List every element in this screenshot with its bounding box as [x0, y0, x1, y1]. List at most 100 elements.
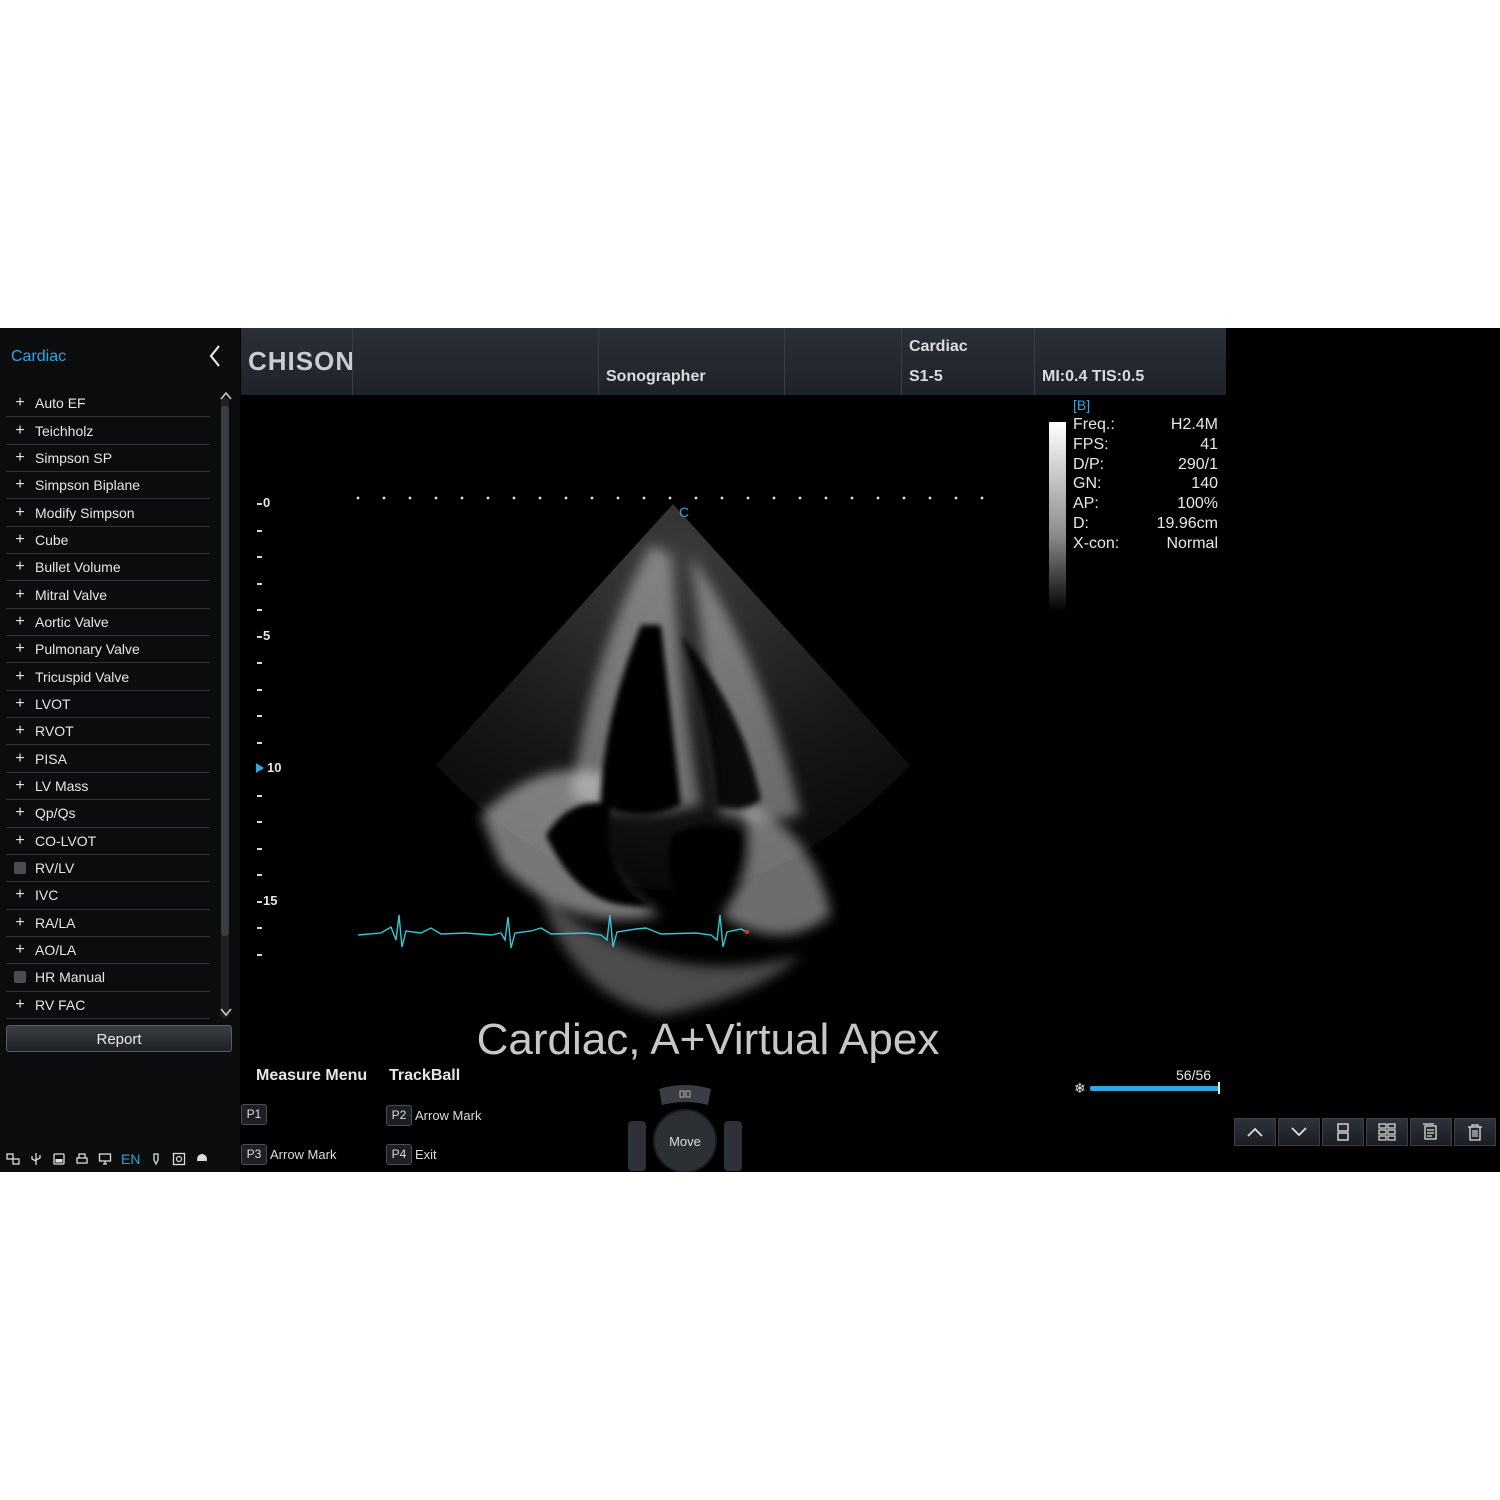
measure-item[interactable]: + RVOT [6, 718, 210, 746]
measure-item-label: LVOT [35, 695, 71, 712]
chevron-down-icon[interactable] [1278, 1118, 1320, 1146]
depth-tick [257, 900, 262, 903]
scroll-down-icon[interactable] [219, 1006, 233, 1018]
measure-item[interactable]: + PISA [6, 745, 210, 773]
parameter-row: X-con: Normal [1073, 535, 1218, 555]
measure-item[interactable]: + Cube [6, 527, 210, 555]
parameter-label: D/P: [1073, 455, 1105, 473]
trackball-icon[interactable]: Move [626, 1085, 744, 1172]
depth-label: 5 [263, 627, 271, 643]
layout-single-icon[interactable] [1322, 1118, 1364, 1146]
plus-icon[interactable]: + [12, 504, 28, 521]
measure-item[interactable]: + Auto EF [6, 390, 210, 418]
measure-item[interactable]: + RV FAC [6, 992, 210, 1019]
measure-item-label: Bullet Volume [35, 559, 121, 576]
plus-icon[interactable]: + [12, 559, 28, 575]
trash-icon[interactable] [1454, 1118, 1496, 1146]
plus-icon[interactable]: + [12, 887, 28, 903]
scroll-up-icon[interactable] [219, 390, 233, 402]
cine-progress-bar[interactable] [1090, 1086, 1220, 1091]
depth-dot [798, 496, 802, 500]
p4-key[interactable]: P4 Exit [386, 1144, 437, 1165]
measure-item[interactable]: + LVOT [6, 691, 210, 719]
plus-icon[interactable]: + [12, 477, 28, 493]
measure-item[interactable]: + Qp/Qs [6, 800, 210, 828]
depth-dot [876, 496, 880, 500]
measure-item-label: Pulmonary Valve [35, 641, 140, 658]
chevron-left-icon[interactable] [205, 342, 225, 370]
p2-label: Arrow Mark [415, 1108, 482, 1123]
report-button[interactable]: Report [6, 1025, 232, 1052]
clipboard-icon[interactable] [1410, 1118, 1452, 1146]
header-divider [352, 328, 353, 395]
p1-key[interactable]: P1 [241, 1104, 270, 1125]
depth-dot [850, 496, 854, 500]
plus-icon[interactable]: + [12, 914, 28, 931]
plus-icon[interactable]: + [12, 942, 28, 958]
dvd-icon [173, 1152, 186, 1166]
measure-item-label: RV/LV [35, 860, 75, 877]
p3-key[interactable]: P3 Arrow Mark [241, 1144, 336, 1165]
scrollbar-thumb[interactable] [221, 406, 229, 936]
measure-item[interactable]: + Tricuspid Valve [6, 663, 210, 691]
plus-icon[interactable]: + [12, 723, 28, 739]
measure-item[interactable]: HR Manual [6, 964, 210, 992]
p2-key[interactable]: P2 Arrow Mark [386, 1105, 481, 1126]
parameter-row: D: 19.96cm [1073, 515, 1218, 535]
plus-icon[interactable]: + [12, 395, 28, 411]
plus-icon[interactable]: + [12, 832, 28, 849]
measure-item-label: Cube [35, 531, 69, 548]
measure-item[interactable]: + Aortic Valve [6, 609, 210, 637]
probe-icon [153, 1153, 160, 1166]
cine-progress-handle[interactable] [1218, 1082, 1220, 1094]
header-divider [901, 328, 902, 395]
plus-icon[interactable]: + [12, 641, 28, 657]
plus-icon[interactable]: + [12, 695, 28, 712]
depth-dot [720, 496, 724, 500]
measure-item[interactable]: + LV Mass [6, 773, 210, 801]
measure-item[interactable]: + Bullet Volume [6, 554, 210, 582]
plus-icon[interactable]: + [12, 750, 28, 767]
depth-tick [257, 582, 262, 585]
plus-icon[interactable]: + [12, 449, 28, 466]
depth-tick [257, 529, 262, 532]
depth-tick [257, 503, 262, 505]
measure-item-label: CO-LVOT [35, 832, 97, 849]
measure-item[interactable]: + IVC [6, 882, 210, 910]
measure-item[interactable]: + AO/LA [6, 937, 210, 965]
measure-item[interactable]: RV/LV [6, 855, 210, 883]
measure-item[interactable]: + RA/LA [6, 910, 210, 937]
measure-list: + Auto EF + Teichholz + Simpson SP + Simpson Bi… [6, 390, 210, 1019]
plus-icon[interactable]: + [12, 422, 28, 439]
checkbox-icon[interactable] [12, 969, 28, 985]
measure-item[interactable]: + Simpson Biplane [6, 472, 210, 500]
plus-icon[interactable]: + [12, 668, 28, 685]
measure-item[interactable]: + Pulmonary Valve [6, 636, 210, 664]
plus-icon[interactable]: + [12, 531, 28, 548]
plus-icon[interactable]: + [12, 777, 28, 794]
plus-icon[interactable]: + [12, 613, 28, 630]
focus-marker-icon[interactable] [256, 763, 264, 773]
language-indicator[interactable]: EN [121, 1151, 140, 1167]
chevron-up-icon[interactable] [1234, 1118, 1276, 1146]
brand-logo: CHISON [248, 346, 356, 376]
layout-grid-icon[interactable] [1366, 1118, 1408, 1146]
measure-item[interactable]: + Mitral Valve [6, 581, 210, 609]
depth-dot [356, 496, 360, 500]
acoustic-indices: MI:0.4 TIS:0.5 [1042, 368, 1145, 385]
measure-item-label: Auto EF [35, 395, 86, 412]
plus-icon[interactable]: + [12, 805, 28, 821]
depth-tick [257, 874, 262, 876]
checkbox-icon[interactable] [12, 860, 28, 876]
depth-dot [928, 496, 932, 500]
measure-item[interactable]: + Teichholz [6, 417, 210, 445]
image-area[interactable]: C 0 5 10 15 [B] Freq.: H2.4M FPS: 41 D/P: 290/1 G… [241, 395, 1226, 1172]
plus-icon[interactable]: + [12, 996, 28, 1013]
depth-dot [512, 496, 516, 500]
measure-item[interactable]: + CO-LVOT [6, 828, 210, 855]
plus-icon[interactable]: + [12, 586, 28, 603]
p3-label: Arrow Mark [270, 1147, 337, 1162]
measure-item[interactable]: + Modify Simpson [6, 499, 210, 527]
measure-item[interactable]: + Simpson SP [6, 445, 210, 473]
trackball-label: TrackBall [389, 1067, 461, 1084]
